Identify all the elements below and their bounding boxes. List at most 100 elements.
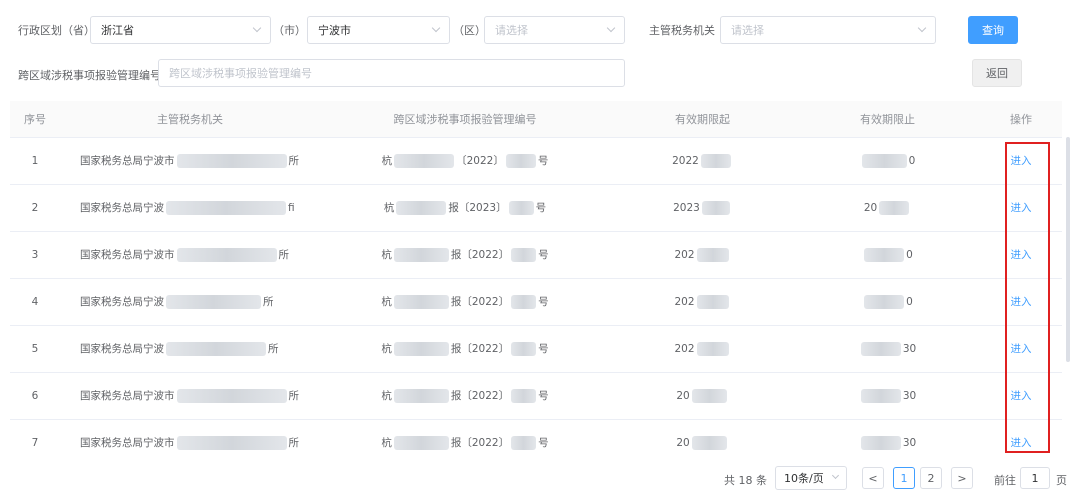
goto-label: 前往 [994,474,1016,487]
redacted-block [696,294,729,309]
valid-from-text: 202 [674,295,695,308]
row-index: 5 [10,324,60,372]
table-row: 6 国家税务总局宁波市所 杭报〔2022〕号 20 30 进入 [10,371,1062,419]
redacted-block [393,389,449,403]
redacted-block [394,154,455,168]
authority-prefix: 国家税务总局宁波 [80,343,164,355]
city-select[interactable]: 宁波市 [307,16,450,44]
authority-suffix: 所 [263,296,274,308]
valid-to-text: 30 [902,389,917,402]
district-select[interactable]: 请选择 [484,16,625,44]
redacted-block [700,153,731,168]
code-year: 〔2022〕 [456,155,504,167]
page-size-value: 10条/页 [784,472,824,485]
row-valid-from: 20 [610,371,795,419]
row-authority: 国家税务总局宁波 fi [60,183,320,231]
table-row: 7 国家税务总局宁波市所 杭报〔2022〕号 20 30 进入 [10,418,1062,466]
redacted-block [511,295,537,309]
redacted-block [701,200,730,215]
page-1-button[interactable]: 1 [893,467,915,489]
table-scrollbar[interactable] [1066,137,1070,362]
row-index: 3 [10,230,60,278]
row-authority: 国家税务总局宁波 所 [60,324,320,372]
authority-prefix: 国家税务总局宁波市 [80,249,175,261]
table-row: 1 国家税务总局宁波市所 杭〔2022〕号 2022 0 进入 [10,136,1062,184]
code-year: 报〔2022〕 [450,390,510,402]
redacted-block [508,201,534,215]
code-suffix: 号 [538,343,549,355]
authority-placeholder: 请选择 [731,24,764,37]
authority-suffix: 所 [268,343,279,355]
next-page-button[interactable]: > [951,467,973,489]
page-suffix: 页 [1056,474,1067,487]
authority-prefix: 国家税务总局宁波 [80,296,164,308]
goto-page-input[interactable]: 1 [1020,467,1050,489]
code-label: 跨区域涉税事项报验管理编号 [18,69,161,82]
code-prefix: 杭 [381,390,392,402]
redacted-block [860,388,901,403]
redacted-block [393,436,449,451]
query-button[interactable]: 查询 [968,16,1018,44]
row-code: 杭 〔2022〕 号 [320,136,610,184]
row-valid-from: 2023 [610,183,795,231]
code-prefix: 杭 [381,343,392,355]
row-valid-to: 0 [795,136,980,184]
redacted-block [511,436,537,451]
city-value: 宁波市 [318,24,351,37]
chevron-down-icon [917,23,927,33]
table-row: 2 国家税务总局宁波 fi 杭报〔2023〕号 2023 20 进入 [10,183,1062,231]
authority-prefix: 国家税务总局宁波市 [80,437,175,450]
code-prefix: 杭 [381,249,392,261]
page-2-button[interactable]: 2 [920,467,942,489]
row-index: 6 [10,371,60,419]
chevron-down-icon [831,471,840,480]
redacted-block [166,201,286,215]
code-year: 报〔2023〕 [448,202,507,214]
row-code: 杭 报〔2022〕 号 [320,371,610,419]
table-row: 4 国家税务总局宁波所 杭报〔2022〕号 202 0 进入 [10,277,1062,325]
prev-page-button[interactable]: < [862,467,884,489]
row-code: 杭 报〔2022〕 号 [320,277,610,325]
header-valid-to: 有效期限止 [795,101,980,137]
valid-from-text: 202 [674,342,695,355]
authority-select[interactable]: 请选择 [720,16,936,44]
code-prefix: 杭 [383,202,395,214]
redacted-block [393,295,449,309]
valid-to-text: 30 [902,436,917,449]
row-code: 杭 报〔2022〕 号 [320,324,610,372]
valid-to-text: 30 [902,342,917,355]
code-prefix: 杭 [381,437,392,450]
province-select[interactable]: 浙江省 [90,16,271,44]
redacted-block [691,435,727,450]
valid-from-text: 20 [676,389,690,402]
header-code: 跨区域涉税事项报验管理编号 [320,101,610,137]
results-table: 序号 主管税务机关 跨区域涉税事项报验管理编号 有效期限起 有效期限止 操作 1… [10,101,1062,466]
row-valid-to: 0 [795,230,980,278]
district-label: （区） [453,24,486,37]
redacted-block [176,389,287,403]
authority-prefix: 国家税务总局宁波市 [80,155,175,167]
code-year: 报〔2022〕 [450,343,510,355]
code-suffix: 号 [538,390,549,402]
redacted-block [393,248,449,262]
code-suffix: 号 [538,296,549,308]
row-valid-from: 202 [610,277,795,325]
redacted-block [864,294,905,309]
code-prefix: 杭 [381,155,393,167]
chevron-down-icon [252,23,262,33]
code-suffix: 号 [537,155,549,167]
redacted-block [864,247,905,262]
table-row: 5 国家税务总局宁波所 杭报〔2022〕号 202 30 进入 [10,324,1062,372]
redacted-block [691,388,727,403]
page-size-select[interactable]: 10条/页 [775,466,847,490]
redacted-block [511,389,537,403]
authority-suffix: 所 [288,390,300,402]
code-placeholder: 跨区域涉税事项报验管理编号 [169,67,312,80]
row-valid-to: 20 [795,183,980,231]
code-input[interactable]: 跨区域涉税事项报验管理编号 [158,59,625,87]
authority-suffix: 所 [288,155,300,167]
valid-from-text: 2022 [672,154,699,167]
highlight-box [1005,142,1050,453]
back-button[interactable]: 返回 [972,59,1022,87]
row-authority: 国家税务总局宁波 所 [60,277,320,325]
